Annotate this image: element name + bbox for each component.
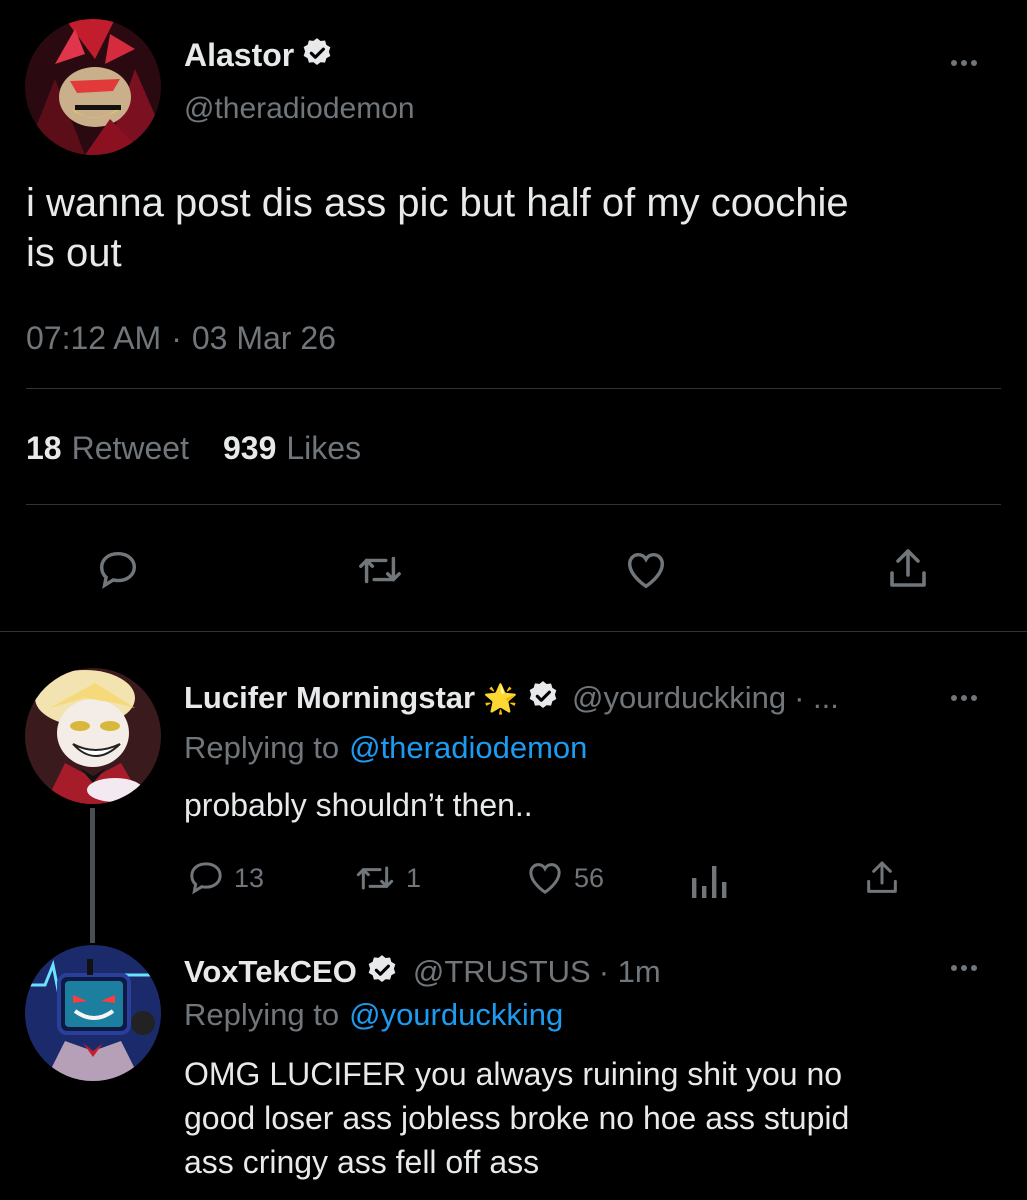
replying-to-line: Replying to @yourduckking — [184, 997, 563, 1033]
likes-label[interactable]: Likes — [286, 430, 361, 467]
reply-text-line: OMG LUCIFER you always ruining shit you … — [184, 1056, 843, 1092]
divider — [0, 631, 1027, 632]
reply-header: Lucifer Morningstar 🌟 @yourduckking · ..… — [184, 679, 839, 717]
engagement-stats: 18 Retweet 939 Likes — [26, 430, 361, 467]
replying-to-label: Replying to — [184, 730, 340, 765]
more-icon[interactable] — [951, 965, 977, 971]
separator-dot: · — [171, 320, 182, 356]
avatar-alastor[interactable] — [25, 19, 161, 155]
avatar-vox[interactable] — [25, 945, 161, 1081]
reply-icon[interactable] — [186, 858, 226, 898]
tweet-timestamp: 07:12 AM · 03 Mar 26 — [26, 320, 336, 357]
retweet-count[interactable]: 18 — [26, 430, 62, 467]
reply-meta: · ... — [794, 680, 839, 715]
retweet-label[interactable]: Retweet — [72, 430, 189, 467]
thread-line — [90, 808, 95, 943]
replying-to-line: Replying to @theradiodemon — [184, 730, 587, 766]
reply-author-name[interactable]: VoxTekCEO — [184, 954, 357, 990]
avatar-lucifer[interactable] — [25, 668, 161, 804]
retweet-icon[interactable] — [355, 547, 405, 593]
author-display-name[interactable]: Alastor — [184, 37, 294, 74]
reply-author-handle[interactable]: @yourduckking — [572, 680, 786, 716]
reply-text-line: good loser ass jobless broke no hoe ass … — [184, 1100, 850, 1136]
author-handle[interactable]: @theradiodemon — [184, 92, 415, 126]
reply-icon[interactable] — [95, 547, 141, 593]
tweet-time[interactable]: 07:12 AM — [26, 320, 161, 357]
replying-to-handle[interactable]: @theradiodemon — [349, 730, 587, 766]
verified-icon — [526, 679, 560, 718]
verified-icon — [365, 953, 399, 992]
share-icon[interactable] — [862, 858, 902, 898]
tweet-text-line: is out — [26, 231, 122, 275]
reply-text: probably shouldn’t then.. — [184, 787, 533, 823]
reply-author-name[interactable]: Lucifer Morningstar — [184, 680, 475, 716]
more-icon[interactable] — [951, 60, 977, 66]
like-action[interactable]: 56 — [524, 858, 604, 898]
tweet-text: i wanna post dis ass pic but half of my … — [26, 178, 849, 278]
retweet-icon[interactable] — [352, 858, 398, 898]
verified-icon — [300, 36, 334, 75]
replying-to-label: Replying to — [184, 997, 340, 1032]
reply-text: OMG LUCIFER you always ruining shit you … — [184, 1052, 849, 1184]
tweet-text-line: i wanna post dis ass pic but half of my … — [26, 181, 849, 225]
author-name-row: Alastor — [184, 35, 334, 75]
retweet-count: 1 — [406, 862, 422, 893]
star-emoji: 🌟 — [483, 682, 518, 714]
more-icon[interactable] — [951, 695, 977, 701]
reply-header: VoxTekCEO @TRUSTUS · 1m — [184, 953, 661, 991]
reply-text-line: ass cringy ass fell off ass — [184, 1144, 540, 1180]
like-icon[interactable] — [524, 858, 566, 898]
likes-count[interactable]: 939 — [223, 430, 276, 467]
like-count: 56 — [574, 862, 605, 893]
reply-action[interactable]: 13 — [186, 858, 264, 898]
tweet-date[interactable]: 03 Mar 26 — [192, 320, 336, 357]
divider — [26, 504, 1001, 505]
reply-count: 13 — [234, 862, 265, 893]
reply-author-handle[interactable]: @TRUSTUS — [413, 954, 591, 990]
reply-meta: · 1m — [598, 954, 661, 989]
analytics-icon[interactable] — [690, 862, 730, 898]
replying-to-handle[interactable]: @yourduckking — [349, 997, 563, 1033]
like-icon[interactable] — [622, 547, 670, 593]
retweet-action[interactable]: 1 — [352, 858, 421, 898]
divider — [26, 388, 1001, 389]
share-icon[interactable] — [884, 545, 932, 593]
